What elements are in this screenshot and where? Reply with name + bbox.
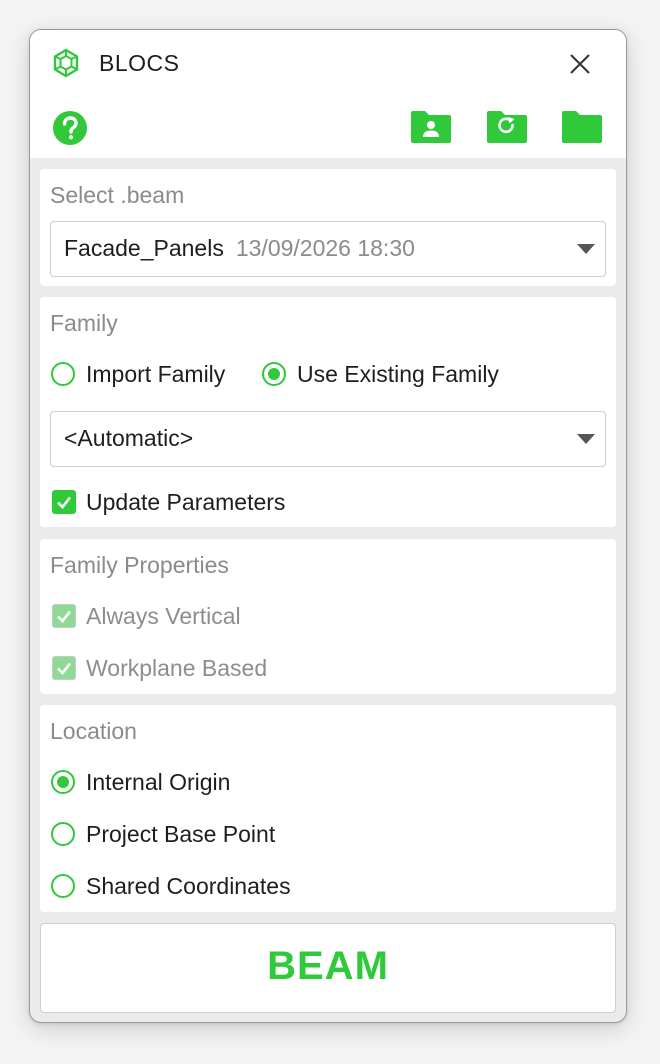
import-family-radio[interactable]: Import Family [50,359,250,389]
checkmark-icon [56,662,71,675]
select-beam-title: Select .beam [50,182,185,208]
always-vertical-checkbox: Always Vertical [50,601,310,631]
internal-origin-label: Internal Origin [86,769,231,795]
beam-button[interactable]: BEAM [40,923,616,1013]
checkbox-checked-disabled [52,656,76,680]
checkbox-checked-disabled [52,604,76,628]
family-title: Family [50,310,118,336]
checkmark-icon [56,610,71,623]
update-parameters-label: Update Parameters [86,489,286,515]
beam-file-date: 13/09/2026 18:30 [235,235,415,261]
checkmark-icon [57,496,72,509]
family-panel: Family Import Family Use Existing Family… [40,297,616,527]
blocs-window: BLOCS Select .beam Facade_Panels 13/09/2… [29,29,627,1023]
always-vertical-label: Always Vertical [86,603,241,629]
beam-button-label: BEAM [267,944,389,988]
family-select[interactable]: <Automatic> [50,411,606,467]
workplane-based-label: Workplane Based [86,655,268,681]
location-panel: Location Internal Origin Project Base Po… [40,705,616,912]
location-title: Location [50,718,137,744]
user-folder-icon[interactable] [410,110,452,144]
workplane-based-checkbox: Workplane Based [50,653,330,683]
project-base-point-radio[interactable]: Project Base Point [50,819,330,849]
use-existing-family-label: Use Existing Family [297,361,499,387]
family-properties-panel: Family Properties Always Vertical Workpl… [40,539,616,694]
app-title: BLOCS [99,50,180,76]
import-family-label: Import Family [86,361,226,387]
beam-file-name: Facade_Panels [64,235,224,261]
radio-button[interactable] [51,874,75,898]
select-beam-panel: Select .beam Facade_Panels 13/09/2026 18:… [40,169,616,286]
hexagon-cube-icon [53,48,79,78]
internal-origin-radio[interactable]: Internal Origin [50,767,300,797]
chevron-down-icon [577,244,595,254]
shared-coordinates-radio[interactable]: Shared Coordinates [50,871,350,901]
family-properties-title: Family Properties [50,552,229,578]
radio-button-selected[interactable] [51,770,75,794]
help-circle-icon[interactable] [52,110,88,146]
beam-file-select[interactable]: Facade_Panels 13/09/2026 18:30 [50,221,606,277]
refresh-icon[interactable] [486,110,528,144]
project-base-point-label: Project Base Point [86,821,276,847]
radio-button-selected[interactable] [262,362,286,386]
close-icon[interactable] [568,52,592,76]
shared-coordinates-label: Shared Coordinates [86,873,291,899]
folder-icon[interactable] [561,110,603,144]
radio-button[interactable] [51,362,75,386]
radio-button[interactable] [51,822,75,846]
use-existing-family-radio[interactable]: Use Existing Family [261,359,521,389]
checkbox-checked[interactable] [52,490,76,514]
beam-file-value: Facade_Panels 13/09/2026 18:30 [64,235,415,262]
family-select-value: <Automatic> [64,425,194,451]
window-header: BLOCS [30,30,626,158]
update-parameters-checkbox[interactable]: Update Parameters [50,487,350,517]
chevron-down-icon [577,434,595,444]
